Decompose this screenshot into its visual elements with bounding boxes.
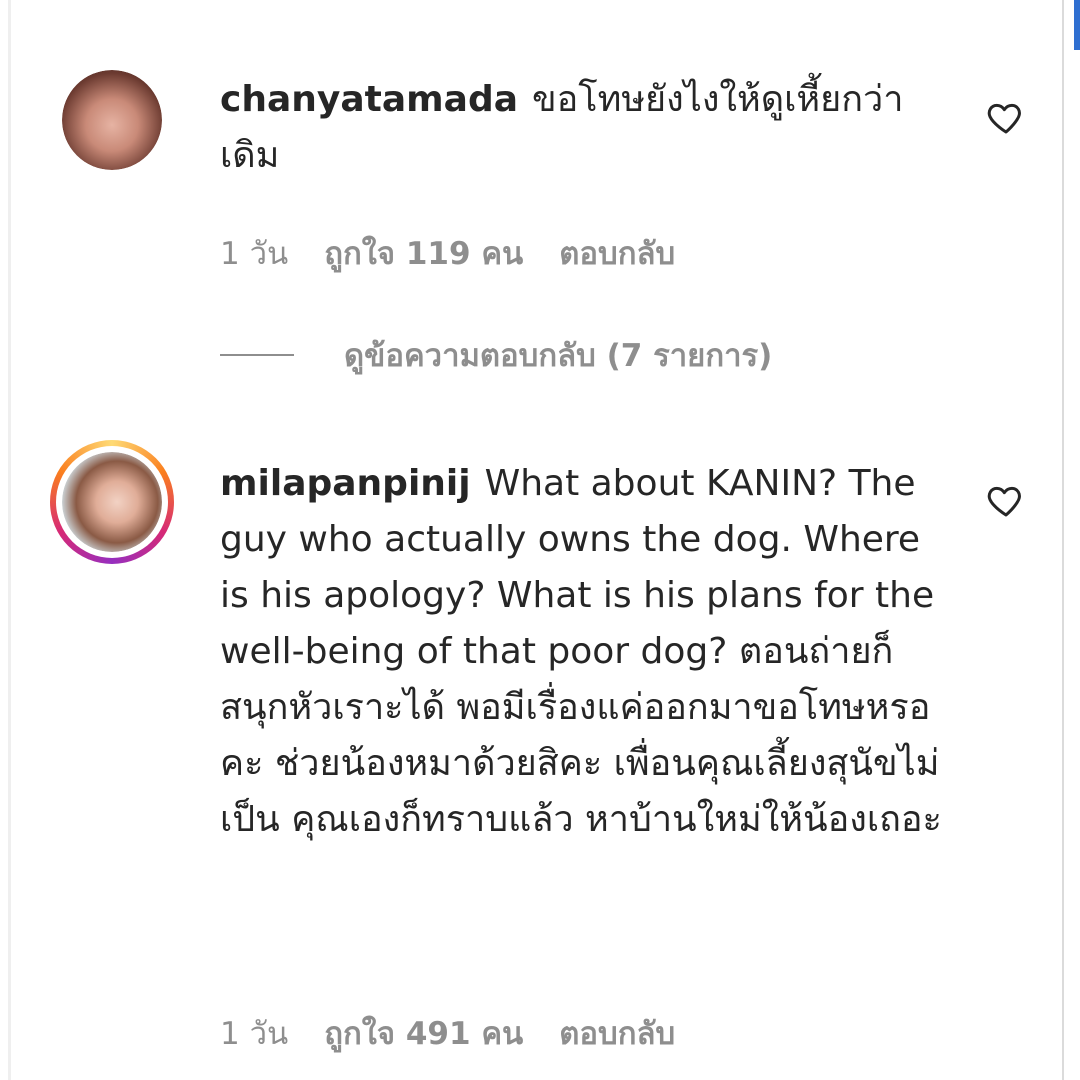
comment-likes[interactable]: ถูกใจ 119 คน [324,228,523,278]
reply-button[interactable]: ตอบกลับ [559,228,675,278]
comment-text: What about KANIN? The guy who actually o… [220,463,942,840]
view-replies-label: ดูข้อความตอบกลับ (7 รายการ) [344,338,773,374]
scrollbar-accent [1074,0,1080,50]
comment-meta: 1 วัน ถูกใจ 491 คน ตอบกลับ [220,1008,675,1058]
comment-time[interactable]: 1 วัน [220,1008,288,1058]
comment-meta: 1 วัน ถูกใจ 119 คน ตอบกลับ [220,228,675,278]
heart-icon[interactable] [986,480,1026,520]
avatar[interactable] [62,452,162,552]
comment-body: chanyatamada ขอโทษยังไงให้ดูเหี้ยกว่าเดิม [220,72,950,184]
reply-button[interactable]: ตอบกลับ [559,1008,675,1058]
story-ring[interactable] [50,440,174,564]
avatar[interactable] [62,70,162,170]
avatar-photo [62,70,162,170]
comment-item: chanyatamada ขอโทษยังไงให้ดูเหี้ยกว่าเดิม… [0,0,1060,300]
view-replies-button[interactable]: ดูข้อความตอบกลับ (7 รายการ) [220,330,772,380]
comment-username[interactable]: chanyatamada [220,79,518,120]
avatar-photo [62,452,162,552]
scrollbar-track[interactable] [1062,0,1064,1080]
comment-time[interactable]: 1 วัน [220,228,288,278]
comment-body: milapanpinij What about KANIN? The guy wh… [220,456,950,848]
comment-username[interactable]: milapanpinij [220,463,471,504]
comment-likes[interactable]: ถูกใจ 491 คน [324,1008,523,1058]
view-replies-divider [220,354,294,356]
heart-icon[interactable] [986,97,1026,137]
